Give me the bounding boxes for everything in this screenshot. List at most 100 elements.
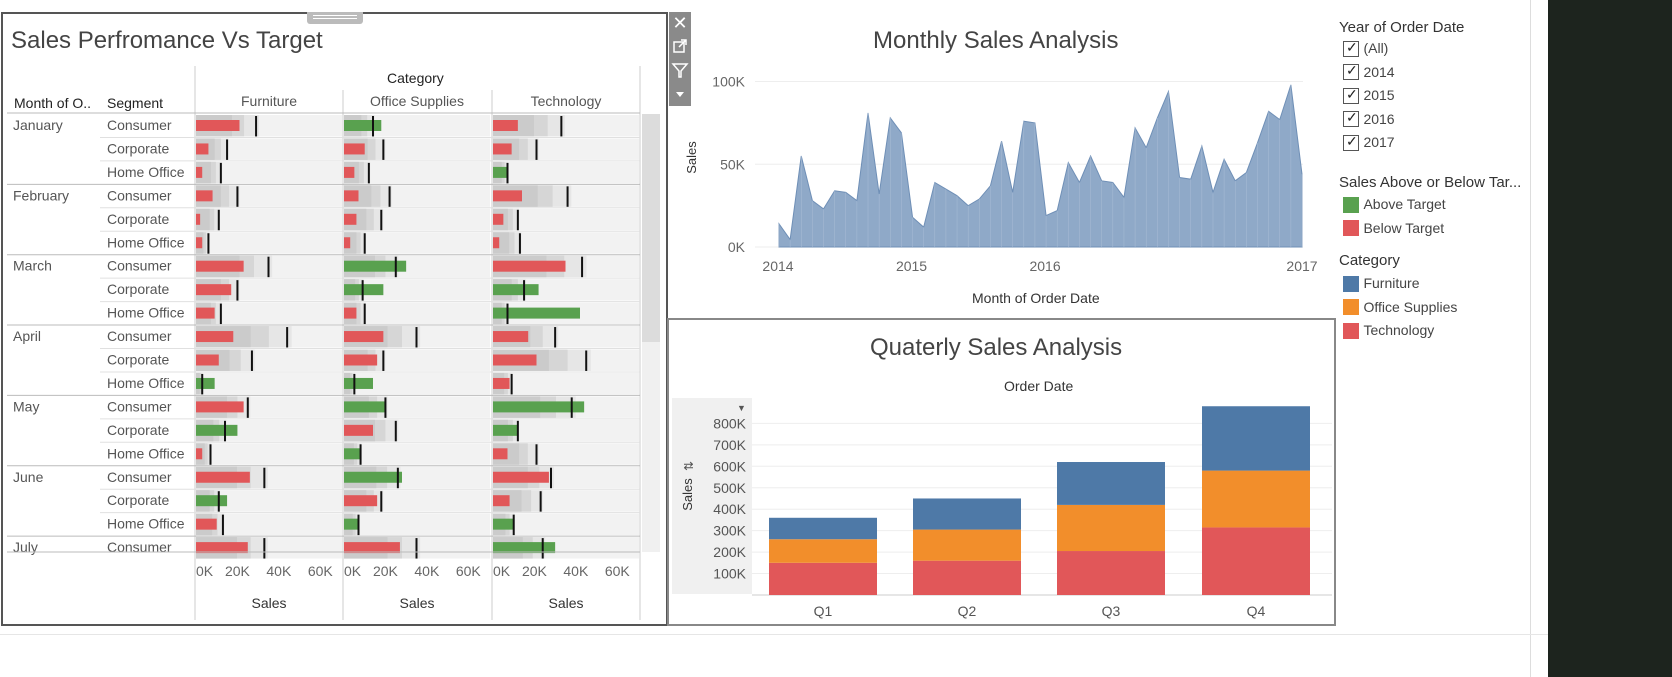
- close-icon[interactable]: ✕: [671, 12, 689, 34]
- segment-label: Consumer: [107, 258, 172, 274]
- bullet-row-bg: [344, 513, 490, 536]
- sales-bar: [196, 331, 234, 343]
- sales-bar: [344, 166, 355, 178]
- x-tick-label: Q3: [1102, 603, 1121, 619]
- stacked-bar-segment: [769, 539, 877, 563]
- sales-bar: [493, 213, 504, 225]
- stacked-bar-segment: [913, 498, 1021, 530]
- bullet-row-bg: [344, 302, 490, 325]
- sales-bar: [196, 542, 248, 554]
- stacked-bar-segment: [1202, 470, 1310, 528]
- legend-item-technology[interactable]: Technology: [1343, 322, 1457, 346]
- sales-bar: [493, 143, 512, 155]
- category-legend-title: Category: [1339, 252, 1400, 269]
- sales-bar: [196, 471, 250, 483]
- x-tick-label: Q2: [958, 603, 977, 619]
- stacked-bar-segment: [1057, 462, 1165, 505]
- stacked-bar-segment: [769, 517, 877, 540]
- y-tick-label: 700K: [713, 437, 746, 453]
- stacked-bar-segment: [1057, 504, 1165, 552]
- year-label: (All): [1363, 40, 1389, 56]
- year-filter-list: (All) 2014 2015 2016 2017: [1343, 39, 1395, 158]
- checkbox-checked[interactable]: [1343, 62, 1359, 81]
- sales-bar: [344, 307, 357, 319]
- checkbox-checked[interactable]: [1343, 109, 1359, 128]
- sales-bar: [344, 260, 407, 272]
- sales-bar: [196, 120, 240, 131]
- y-tick-label: 100K: [713, 566, 746, 582]
- sales-bar: [344, 190, 359, 202]
- legend-label: Technology: [1363, 322, 1435, 338]
- bottom-divider: [0, 634, 1548, 635]
- x-axis-label: Sales: [251, 595, 286, 611]
- legend-item-office-supplies[interactable]: Office Supplies: [1343, 299, 1457, 323]
- segment-label: Consumer: [107, 398, 172, 414]
- checkbox-checked[interactable]: [1343, 86, 1359, 104]
- year-filter-item[interactable]: 2017: [1343, 133, 1395, 158]
- segment-label: Corporate: [107, 140, 169, 156]
- month-label: July: [13, 539, 38, 555]
- sales-bar: [344, 518, 359, 530]
- x-tick-label: Q1: [814, 603, 833, 619]
- sales-bar: [344, 354, 378, 366]
- year-filter-item[interactable]: 2016: [1343, 109, 1395, 135]
- sales-bar: [493, 518, 514, 530]
- x-tick-label: 0K: [493, 563, 511, 579]
- x-tick-label: 20K: [373, 563, 399, 579]
- x-tick-label: Q4: [1247, 603, 1266, 619]
- segment-label: Home Office: [107, 445, 185, 461]
- year-filter-item[interactable]: 2014: [1343, 62, 1395, 88]
- sales-bar: [196, 448, 203, 460]
- target-legend: Above Target Below Target: [1343, 196, 1446, 243]
- checkbox-checked[interactable]: [1343, 39, 1359, 57]
- sales-bar: [344, 495, 378, 507]
- x-tick-label: 2015: [896, 258, 927, 274]
- sales-bar: [493, 354, 537, 366]
- stacked-bar-segment: [1202, 406, 1310, 471]
- segment-label: Home Office: [107, 375, 185, 391]
- y-tick-label: 400K: [713, 501, 746, 517]
- sales-bar: [196, 166, 203, 178]
- segment-label: Corporate: [107, 492, 169, 508]
- segment-label: Corporate: [107, 422, 169, 438]
- segment-label: Home Office: [107, 164, 185, 180]
- sales-bar: [344, 377, 373, 389]
- x-tick-label: 40K: [266, 563, 292, 579]
- legend-item-furniture[interactable]: Furniture: [1343, 275, 1457, 299]
- y-tick-label: 600K: [713, 458, 746, 474]
- stacked-bar-segment: [1202, 527, 1310, 595]
- year-filter-item[interactable]: 2015: [1343, 86, 1395, 111]
- sales-bar: [196, 424, 238, 436]
- year-filter-item[interactable]: (All): [1343, 39, 1395, 64]
- legend-item-below[interactable]: Below Target: [1343, 220, 1446, 244]
- stacked-bar-segment: [1057, 551, 1165, 595]
- bullet-row-bg: [344, 232, 490, 254]
- bullet-row-bg: [196, 232, 342, 254]
- scrollbar-thumb: [642, 114, 660, 342]
- y-tick-label: 800K: [713, 415, 746, 431]
- segment-label: Home Office: [107, 516, 185, 532]
- bullet-row-bg: [196, 372, 342, 395]
- sales-bar: [196, 518, 217, 530]
- y-tick-label: 0K: [728, 239, 746, 255]
- sales-bar: [493, 542, 556, 554]
- bullet-row-bg: [493, 161, 639, 184]
- open-external-icon[interactable]: [671, 36, 689, 56]
- segment-label: Corporate: [107, 211, 169, 227]
- checkbox-checked[interactable]: [1343, 133, 1359, 151]
- month-label: May: [13, 398, 39, 414]
- x-tick-label: 40K: [563, 563, 589, 579]
- segment-label: Corporate: [107, 352, 169, 368]
- bullet-chart: Furniture Office Supplies Technology Januar…: [7, 66, 660, 620]
- legend-item-above[interactable]: Above Target: [1343, 196, 1446, 220]
- segment-label: Consumer: [107, 469, 172, 485]
- legend-label: Office Supplies: [1363, 298, 1458, 315]
- month-label: March: [13, 258, 52, 274]
- x-tick-label: 60K: [605, 563, 631, 579]
- stacked-bar-segment: [913, 560, 1021, 595]
- sales-bar: [196, 284, 232, 296]
- furniture-swatch: [1343, 275, 1359, 292]
- technology-swatch: [1343, 322, 1359, 339]
- stacked-bar-segment: [769, 562, 877, 595]
- stacked-bar-segment: [913, 529, 1021, 561]
